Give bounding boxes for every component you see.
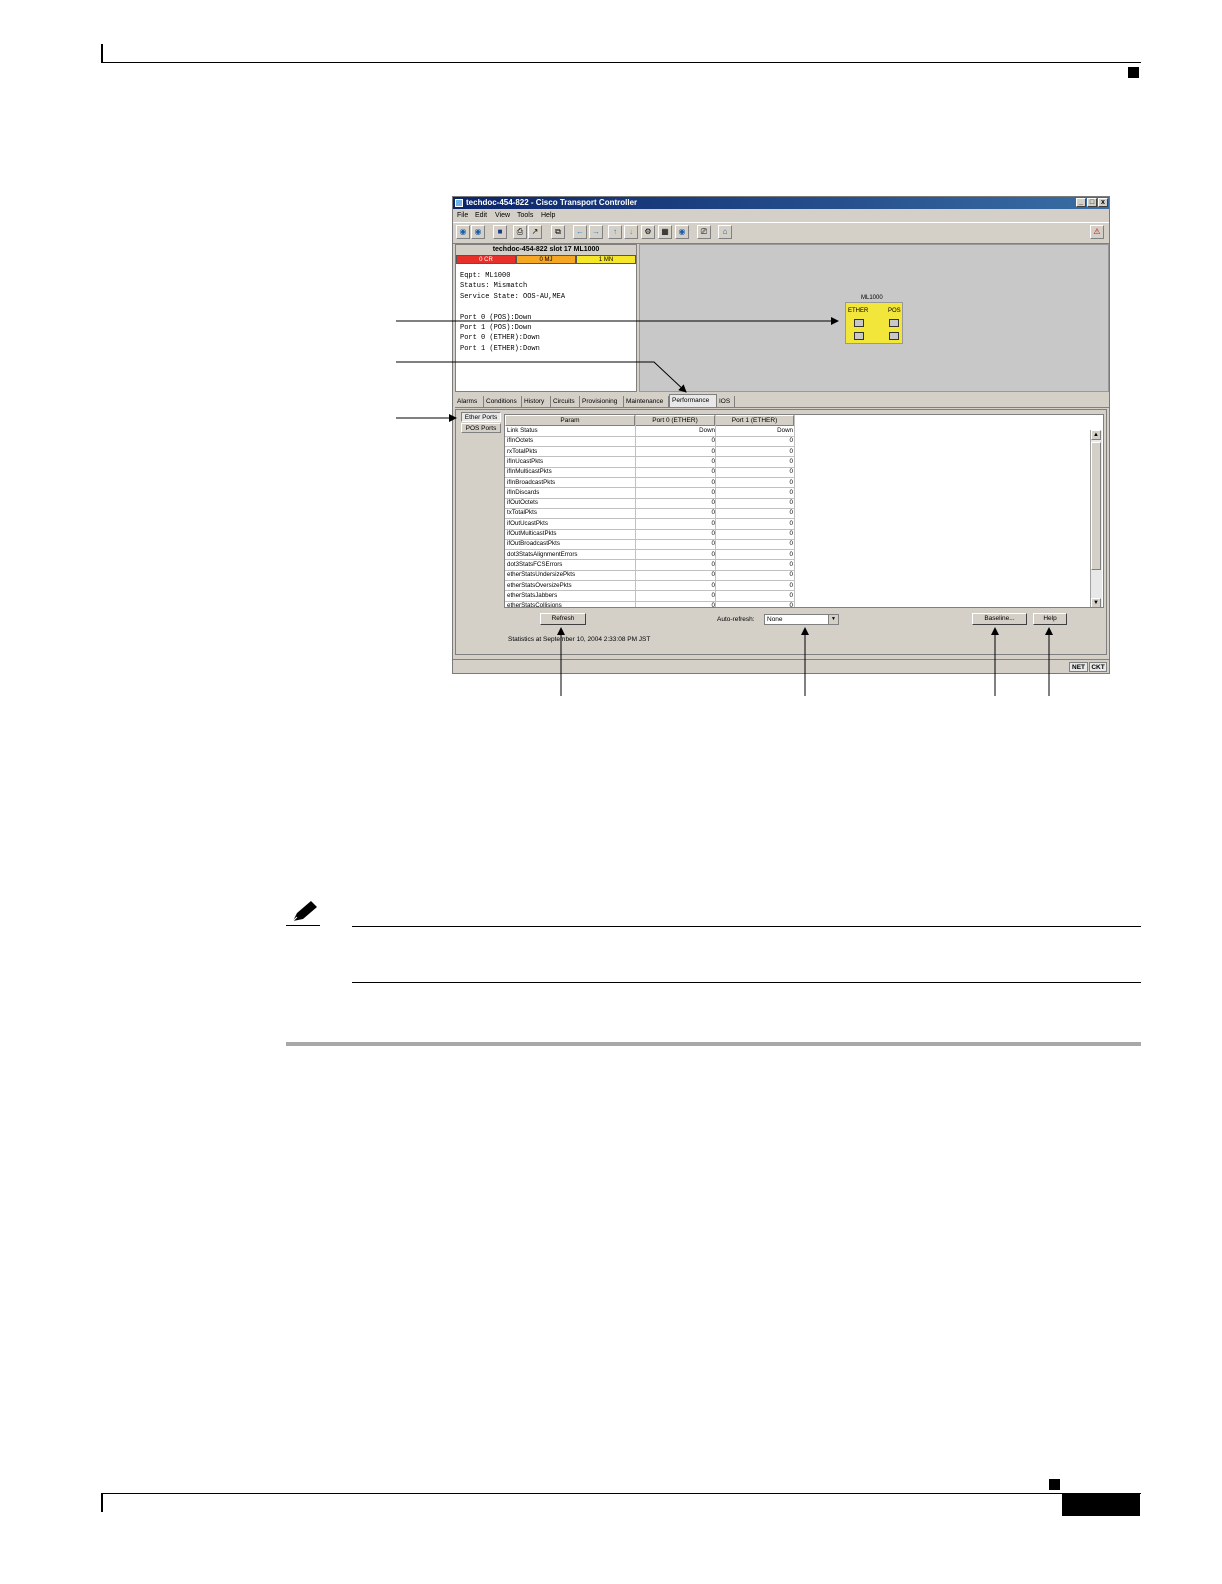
note-rule-top	[352, 926, 1141, 927]
section-end-rule	[286, 1042, 1141, 1046]
callout-performance-tab	[396, 361, 687, 393]
footer-rule	[101, 1493, 1141, 1494]
page-number-box	[1062, 1494, 1140, 1516]
footer-tick	[101, 1493, 103, 1512]
note-underline	[286, 925, 320, 926]
note-rule-bottom	[352, 982, 1141, 983]
callout-lines	[396, 317, 1053, 696]
footer-marker	[1049, 1479, 1060, 1490]
note-pencil-icon	[292, 901, 317, 922]
